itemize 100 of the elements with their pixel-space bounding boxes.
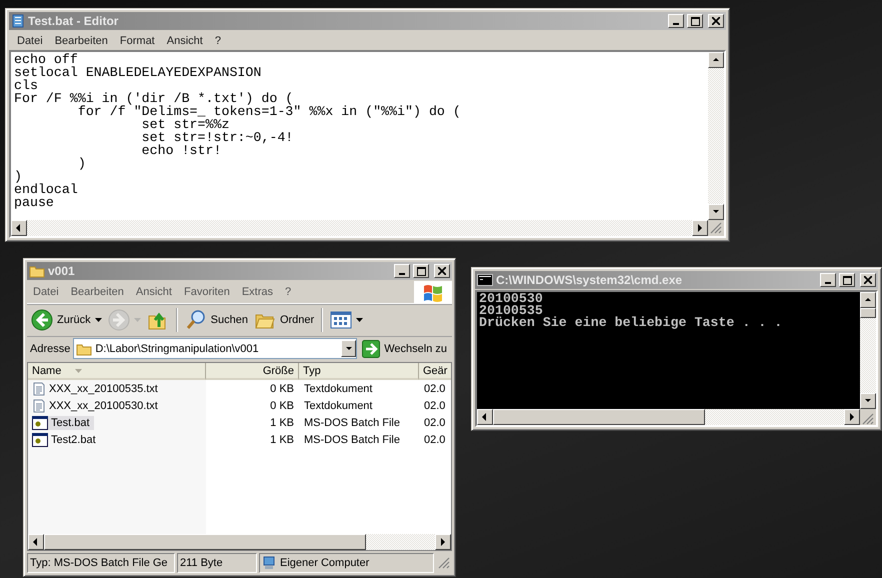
code-line: For /F %%i in ('dir /B *.txt') do ( <box>14 92 294 105</box>
menu-item[interactable]: Bearbeiten <box>48 34 114 46</box>
address-field[interactable]: D:\Labor\Stringmanipulation\v001 <box>73 338 358 359</box>
caret-icon <box>356 318 364 322</box>
batch-file-icon <box>32 432 48 446</box>
date-cell-text: 02.0 <box>423 400 446 412</box>
column-header[interactable]: Geär <box>419 363 451 380</box>
code-line: endlocal <box>14 183 78 196</box>
search-icon[interactable] <box>184 309 207 331</box>
menu-item[interactable]: Datei <box>27 286 65 298</box>
scroll-right-button[interactable] <box>435 534 451 550</box>
menu-item[interactable]: Ansicht <box>160 34 209 46</box>
date-cell-text: 02.0 <box>423 416 446 428</box>
code-line: set str=%%z <box>140 118 230 131</box>
up-arrow-icon <box>864 296 872 304</box>
menu-item[interactable]: ? <box>279 286 298 298</box>
close-icon <box>712 17 720 25</box>
status-panel: Eigener Computer <box>259 553 434 573</box>
left-arrow-icon <box>32 538 40 546</box>
console-icon <box>477 274 493 286</box>
code-line: for /f "Delims=_ tokens=1-3" %%x in ("%%i") do ( <box>76 105 461 118</box>
folders-button[interactable]: Ordner <box>252 307 316 333</box>
column-header[interactable]: Name <box>28 363 206 380</box>
code-line: setlocal ENABLEDELAYEDEXPANSION <box>14 66 262 79</box>
menu-item[interactable]: Datei <box>11 34 49 46</box>
flag-icon <box>422 282 444 302</box>
caret-icon <box>94 318 102 322</box>
back-button[interactable]: Zurück <box>29 307 104 333</box>
scroll-right-button[interactable] <box>692 220 708 236</box>
size-cell-text: 0 KB <box>269 382 295 394</box>
type-cell-text: MS-DOS Batch File <box>303 416 401 428</box>
code-line: ) <box>76 157 86 170</box>
resize-grip-icon <box>708 220 722 234</box>
scroll-left-button[interactable] <box>477 409 493 425</box>
dropdown-button[interactable] <box>341 340 356 357</box>
status-panel: 211 Byte <box>177 553 257 573</box>
menu-item[interactable]: Favoriten <box>178 286 236 298</box>
scroll-left-button[interactable] <box>11 220 27 236</box>
file-item[interactable]: Test2.bat <box>32 432 100 446</box>
scroll-up-button[interactable] <box>708 52 724 68</box>
computer-icon <box>262 556 276 570</box>
folder-icon <box>76 342 92 356</box>
date-cell-text: 02.0 <box>423 434 446 446</box>
go-arrow-icon <box>362 340 380 358</box>
caret-icon <box>344 344 353 352</box>
file-item[interactable]: XXX_xx_20100535.txt <box>32 382 162 396</box>
column-header[interactable]: Größe <box>206 363 299 380</box>
down-arrow-icon <box>712 208 720 216</box>
maximize-button[interactable] <box>839 273 855 287</box>
menu-item[interactable]: ? <box>208 34 227 46</box>
batch-file-icon <box>32 416 48 430</box>
console-line: 20100535 <box>479 305 543 317</box>
file-item[interactable]: XXX_xx_20100530.txt <box>32 398 162 412</box>
scroll-left-button[interactable] <box>28 534 44 550</box>
type-cell-text: Textdokument <box>303 382 374 394</box>
close-button[interactable] <box>434 264 450 278</box>
text-file-icon <box>32 398 46 412</box>
code-line: set str=!str:~0,-4! <box>140 131 294 144</box>
maximize-button[interactable] <box>413 264 429 278</box>
left-arrow-icon <box>15 224 23 232</box>
scroll-right-button[interactable] <box>844 409 860 425</box>
views-icon[interactable] <box>330 310 352 330</box>
column-header[interactable]: Typ <box>299 363 419 380</box>
size-cell-text: 1 KB <box>269 416 295 428</box>
menu-item[interactable]: Extras <box>236 286 280 298</box>
scrollbar-thumb[interactable] <box>44 534 366 550</box>
scrollbar-thumb[interactable] <box>493 409 705 425</box>
minimize-button[interactable] <box>394 264 410 278</box>
scroll-up-button[interactable] <box>860 292 876 308</box>
right-arrow-icon <box>696 224 704 232</box>
minimize-button[interactable] <box>820 273 836 287</box>
close-icon <box>864 276 872 284</box>
scroll-down-button[interactable] <box>860 393 876 409</box>
code-line: ) <box>14 170 22 183</box>
scrollbar-thumb[interactable] <box>860 308 876 318</box>
close-icon <box>438 267 446 275</box>
console-line: Drücken Sie eine beliebige Taste . . . <box>479 317 782 329</box>
up-arrow-icon <box>712 56 720 64</box>
menu-item[interactable]: Bearbeiten <box>64 286 130 298</box>
menu-item[interactable]: Format <box>114 34 161 46</box>
menu-item[interactable]: Ansicht <box>130 286 178 298</box>
resize-grip-icon <box>436 555 450 569</box>
notepad-icon <box>11 14 25 28</box>
code-line: echo !str! <box>140 144 222 157</box>
close-button[interactable] <box>708 14 724 28</box>
file-item[interactable]: Test.bat <box>32 416 94 430</box>
minimize-button[interactable] <box>668 14 684 28</box>
code-line: pause <box>14 196 54 209</box>
left-arrow-icon <box>481 413 489 421</box>
go-button[interactable]: Wechseln zu <box>360 340 449 358</box>
sort-arrow-icon <box>75 368 82 372</box>
size-cell-text: 1 KB <box>269 434 295 446</box>
search-button[interactable]: Suchen <box>182 307 250 333</box>
console-line: 20100530 <box>479 293 543 305</box>
scroll-down-button[interactable] <box>708 204 724 220</box>
maximize-icon <box>416 266 426 276</box>
maximize-button[interactable] <box>687 14 703 28</box>
close-button[interactable] <box>860 273 876 287</box>
code-line: echo off <box>14 53 78 66</box>
maximize-icon <box>842 276 852 284</box>
